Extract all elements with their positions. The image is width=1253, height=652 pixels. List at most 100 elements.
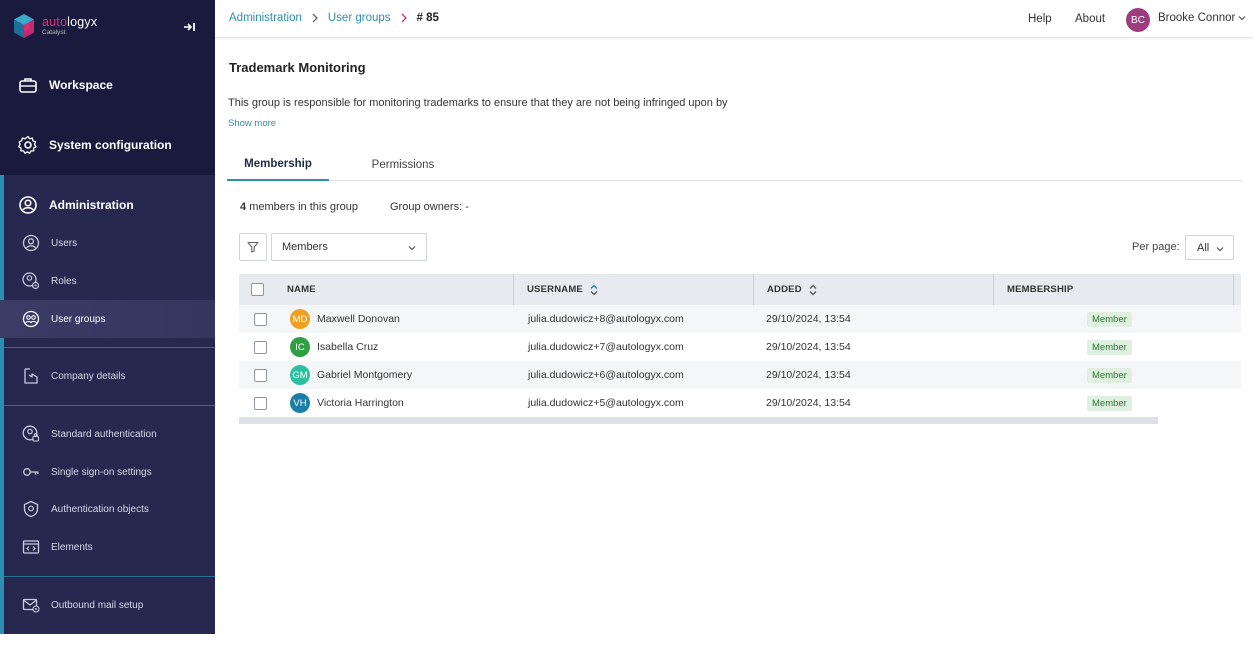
member-name-cell: MD Maxwell Donovan — [290, 305, 400, 333]
admin-user-icon — [19, 196, 37, 214]
sidebar-item-company-details[interactable]: Company details — [0, 357, 215, 395]
sidebar-item-elements-label: Elements — [51, 541, 93, 553]
sidebar-item-elements[interactable]: Elements — [0, 528, 215, 566]
per-page-select[interactable]: All — [1185, 235, 1234, 260]
help-link[interactable]: Help — [1028, 13, 1052, 25]
column-divider[interactable] — [513, 274, 514, 305]
sidebar-divider — [4, 405, 215, 406]
sidebar-item-outbound-mail-label: Outbound mail setup — [51, 599, 144, 611]
select-all-cell — [251, 274, 264, 305]
administration-section: Administration Users Roles User groups C… — [0, 175, 215, 634]
sort-icon — [809, 284, 817, 295]
column-divider[interactable] — [753, 274, 754, 305]
column-header-name[interactable]: NAME — [287, 274, 316, 305]
membership-filter-value: Members — [282, 241, 328, 253]
company-icon — [24, 368, 38, 384]
status-badge: Member — [1087, 339, 1132, 355]
about-link[interactable]: About — [1075, 13, 1105, 25]
logo-cube-icon — [14, 14, 34, 38]
avatar[interactable]: BC — [1126, 8, 1150, 32]
tab-permissions[interactable]: Permissions — [353, 148, 453, 181]
user-name: Brooke Connor — [1158, 12, 1236, 24]
funnel-icon — [247, 241, 259, 253]
chevron-right-icon — [312, 13, 318, 23]
member-username: julia.dudowicz+7@autologyx.com — [528, 341, 684, 353]
table-row[interactable]: VH Victoria Harrington julia.dudowicz+5@… — [239, 389, 1241, 417]
chevron-down-icon — [1238, 16, 1246, 21]
row-checkbox[interactable] — [254, 340, 267, 354]
membership-cell: Member — [1087, 389, 1132, 417]
mail-icon — [22, 598, 40, 613]
row-checkbox[interactable] — [254, 312, 267, 326]
column-header-membership[interactable]: MEMBERSHIP — [1007, 274, 1073, 305]
chevron-down-icon — [408, 246, 416, 251]
elements-icon — [22, 540, 40, 554]
sidebar-item-standard-authentication[interactable]: Standard authentication — [0, 415, 215, 453]
member-username: julia.dudowicz+6@autologyx.com — [528, 369, 684, 381]
member-name-cell: GM Gabriel Montgomery — [290, 361, 412, 389]
app-root: autologyx Catalyst Workspace System conf… — [0, 0, 1253, 652]
nav-workspace[interactable]: Workspace — [0, 67, 215, 103]
collapse-sidebar-icon[interactable] — [183, 21, 197, 33]
user-icon — [22, 234, 40, 252]
column-header-username-label: USERNAME — [527, 284, 583, 295]
member-username: julia.dudowicz+5@autologyx.com — [528, 397, 684, 409]
sidebar-item-single-sign-on[interactable]: Single sign-on settings — [0, 453, 215, 491]
chevron-right-icon — [401, 13, 407, 23]
member-added: 29/10/2024, 13:54 — [766, 397, 851, 409]
column-divider[interactable] — [993, 274, 994, 305]
standard-auth-icon — [22, 425, 40, 442]
top-header: Administration User groups # 85 Help Abo… — [215, 0, 1253, 38]
nav-system-configuration[interactable]: System configuration — [0, 127, 215, 163]
brand-logo[interactable]: autologyx Catalyst — [12, 12, 97, 40]
nav-administration[interactable]: Administration — [0, 187, 215, 223]
table-header: NAME USERNAME ADDED MEMBERSHIP — [239, 274, 1241, 305]
row-checkbox[interactable] — [254, 396, 267, 410]
filter-button[interactable] — [239, 233, 267, 261]
column-header-added[interactable]: ADDED — [767, 274, 820, 305]
member-username: julia.dudowicz+8@autologyx.com — [528, 313, 684, 325]
show-more-link[interactable]: Show more — [228, 118, 276, 129]
member-name-cell: VH Victoria Harrington — [290, 389, 404, 417]
table-row[interactable]: GM Gabriel Montgomery julia.dudowicz+6@a… — [239, 361, 1241, 389]
select-all-checkbox[interactable] — [251, 283, 264, 296]
status-badge: Member — [1087, 311, 1132, 327]
breadcrumb-administration[interactable]: Administration — [229, 12, 302, 24]
breadcrumb-current: # 85 — [416, 12, 439, 24]
avatar: MD — [290, 309, 310, 329]
sidebar: autologyx Catalyst Workspace System conf… — [0, 0, 215, 634]
sidebar-item-outbound-mail[interactable]: Outbound mail setup — [0, 586, 215, 624]
row-checkbox[interactable] — [254, 368, 267, 382]
sidebar-item-roles-label: Roles — [51, 275, 77, 287]
gear-icon — [18, 135, 37, 154]
sidebar-item-users-label: Users — [51, 237, 78, 249]
breadcrumb-user-groups[interactable]: User groups — [328, 12, 391, 24]
user-menu[interactable]: Brooke Connor — [1158, 12, 1246, 24]
sidebar-item-users[interactable]: Users — [0, 224, 215, 262]
group-description: This group is responsible for monitoring… — [228, 97, 728, 109]
briefcase-icon — [19, 78, 37, 93]
member-name: Victoria Harrington — [317, 397, 404, 409]
sidebar-divider — [4, 576, 215, 577]
sidebar-item-user-groups[interactable]: User groups — [0, 300, 215, 338]
membership-filter-select[interactable]: Members — [271, 233, 427, 261]
table-row[interactable]: MD Maxwell Donovan julia.dudowicz+8@auto… — [239, 305, 1241, 333]
sidebar-item-roles[interactable]: Roles — [0, 262, 215, 300]
member-name-cell: IC Isabella Cruz — [290, 333, 378, 361]
column-divider[interactable] — [1233, 274, 1234, 305]
logo-text: autologyx Catalyst — [42, 16, 97, 36]
sidebar-item-authentication-objects[interactable]: Authentication objects — [0, 490, 215, 528]
nav-workspace-label: Workspace — [49, 78, 113, 92]
sidebar-item-company-details-label: Company details — [51, 370, 126, 382]
table-row[interactable]: IC Isabella Cruz julia.dudowicz+7@autolo… — [239, 333, 1241, 361]
member-name: Isabella Cruz — [317, 341, 379, 353]
membership-cell: Member — [1087, 361, 1132, 389]
sidebar-divider — [4, 347, 215, 348]
column-header-username[interactable]: USERNAME — [527, 274, 601, 305]
horizontal-scrollbar[interactable] — [239, 417, 1158, 424]
member-name: Gabriel Montgomery — [317, 369, 413, 381]
brand-name-suffix: logyx — [67, 15, 98, 29]
column-header-added-label: ADDED — [767, 284, 802, 295]
sort-icon — [590, 284, 598, 295]
tab-membership[interactable]: Membership — [227, 148, 329, 181]
